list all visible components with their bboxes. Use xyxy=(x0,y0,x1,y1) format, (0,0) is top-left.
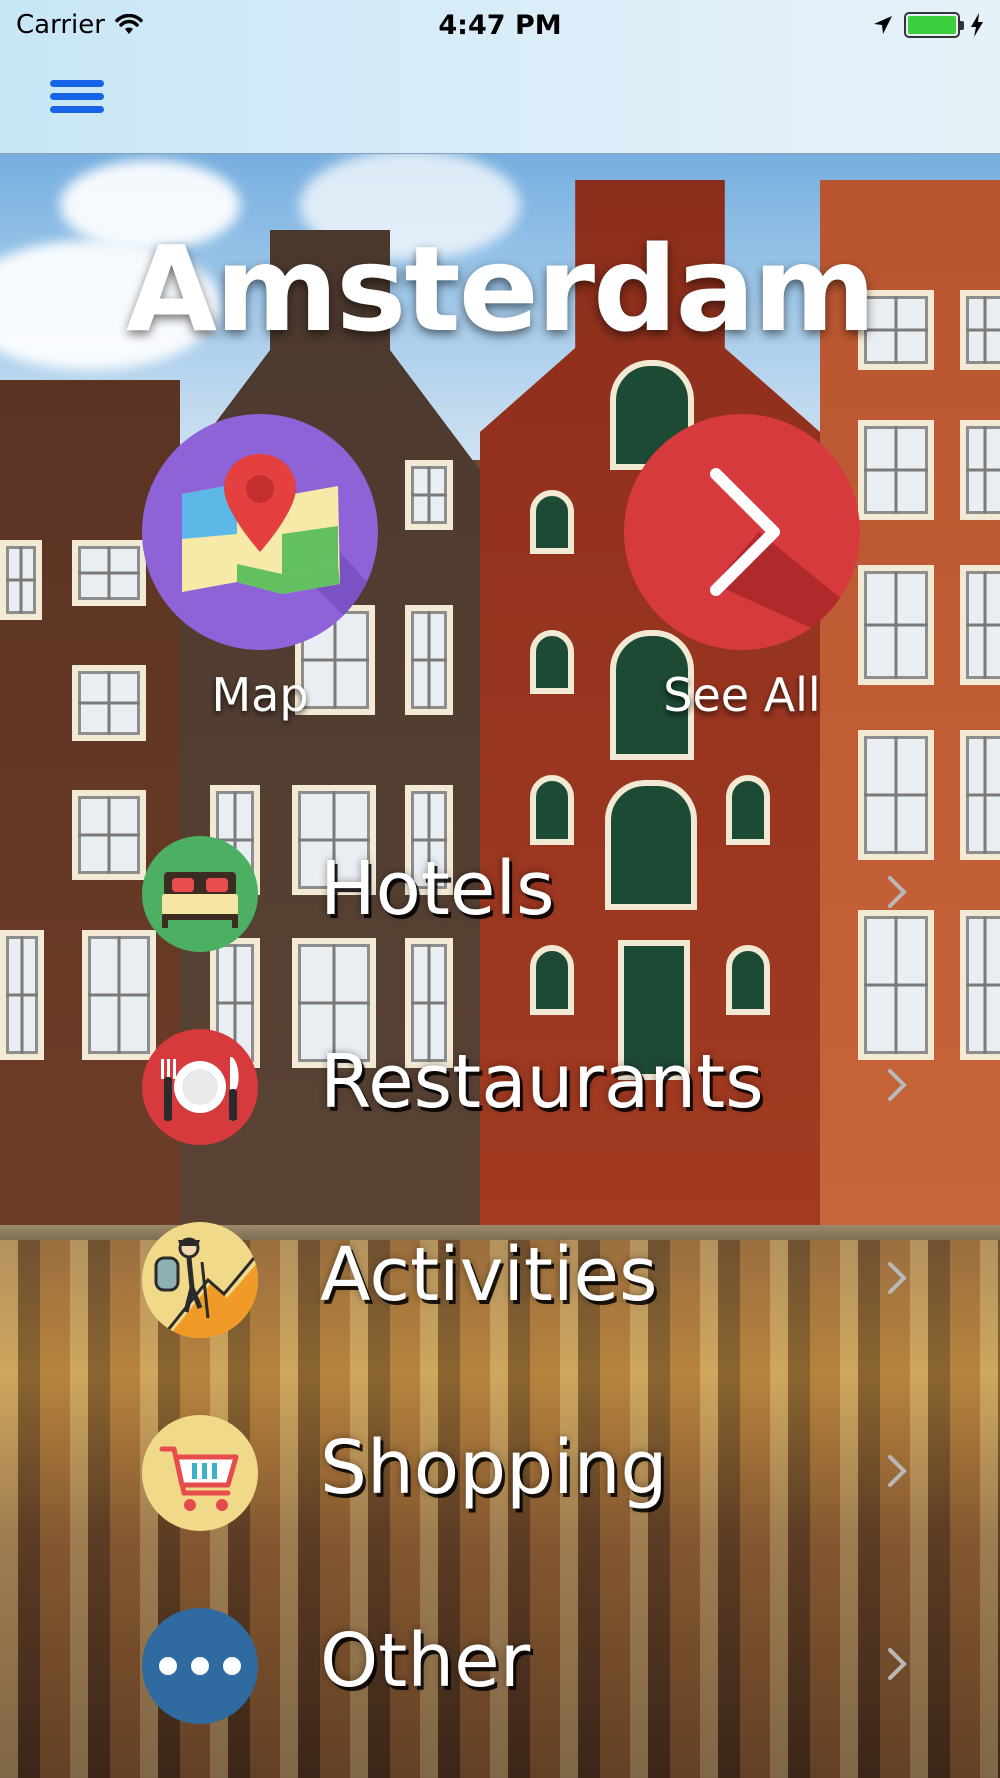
charging-bolt-icon xyxy=(971,13,983,37)
window xyxy=(960,420,1000,520)
category-label: Activities xyxy=(320,1232,658,1318)
bed-icon xyxy=(142,836,258,952)
window-arched xyxy=(726,775,770,845)
window-arched xyxy=(530,775,574,845)
status-bar: Carrier 4:47 PM xyxy=(0,0,1000,50)
chevron-right-icon xyxy=(888,1648,907,1680)
hamburger-menu-icon[interactable] xyxy=(50,80,104,120)
battery-icon xyxy=(904,12,964,38)
location-arrow-icon xyxy=(874,16,892,34)
status-right xyxy=(872,12,984,38)
window xyxy=(405,460,453,530)
window-arched xyxy=(530,630,574,694)
window xyxy=(858,420,934,520)
window xyxy=(405,605,453,715)
category-label: Restaurants xyxy=(320,1039,764,1125)
window xyxy=(72,665,146,741)
category-row-hotels[interactable]: Hotels xyxy=(0,836,1000,956)
see-all-label: See All xyxy=(663,668,821,722)
status-left: Carrier xyxy=(16,10,143,40)
chevron-right-icon xyxy=(710,468,860,650)
hiker-icon xyxy=(142,1222,258,1338)
category-row-other[interactable]: Other xyxy=(0,1608,1000,1728)
map-pin-icon xyxy=(182,454,378,650)
category-row-shopping[interactable]: Shopping xyxy=(0,1415,1000,1535)
plate-cutlery-icon xyxy=(142,1029,258,1145)
shopping-cart-icon xyxy=(142,1415,258,1531)
chevron-right-icon xyxy=(888,876,907,908)
status-time: 4:47 PM xyxy=(438,9,562,41)
window xyxy=(960,565,1000,685)
battery-level xyxy=(908,16,956,34)
chevron-right-icon xyxy=(888,1069,907,1101)
category-row-activities[interactable]: Activities xyxy=(0,1222,1000,1342)
window xyxy=(0,540,42,620)
more-dots-icon xyxy=(142,1608,258,1724)
category-label: Shopping xyxy=(320,1425,668,1511)
window xyxy=(72,540,146,606)
map-button[interactable] xyxy=(142,414,378,650)
map-label: Map xyxy=(211,668,309,722)
category-label: Other xyxy=(320,1618,531,1704)
window-arched xyxy=(530,490,574,554)
wifi-icon xyxy=(115,14,143,34)
carrier-label: Carrier xyxy=(16,10,105,40)
category-label: Hotels xyxy=(320,846,555,932)
chevron-right-icon xyxy=(888,1455,907,1487)
category-row-restaurants[interactable]: Restaurants xyxy=(0,1029,1000,1149)
window xyxy=(858,565,934,685)
see-all-button[interactable] xyxy=(624,414,860,650)
city-title: Amsterdam xyxy=(125,220,876,358)
chevron-right-icon xyxy=(888,1262,907,1294)
